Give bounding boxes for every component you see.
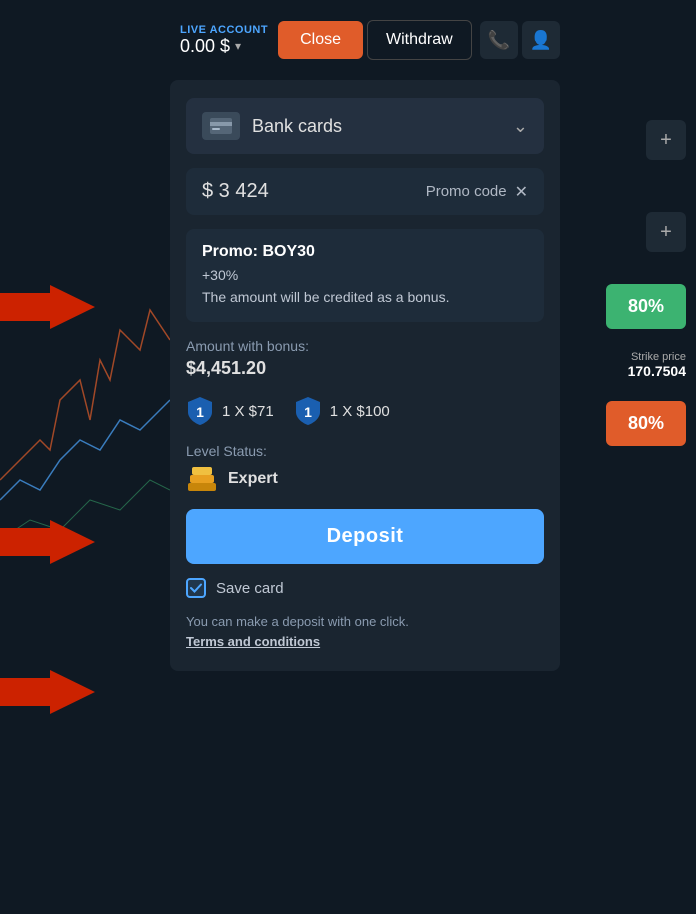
user-icon[interactable]: 👤 <box>522 21 560 59</box>
shield-icon-2: 1 <box>294 395 322 427</box>
card-selector[interactable]: Bank cards ⌄ <box>186 98 544 154</box>
plus-button-1[interactable]: + <box>646 120 686 160</box>
rewards-row: 1 1 X $71 1 1 X $100 <box>186 395 544 427</box>
close-button[interactable]: Close <box>278 21 363 59</box>
bonus-label: Amount with bonus: <box>186 338 544 354</box>
card-label: Bank cards <box>252 116 342 137</box>
expert-level-icon <box>186 465 218 493</box>
promo-group: Promo code ✕ <box>426 182 528 202</box>
promo-description: The amount will be credited as a bonus. <box>202 287 528 308</box>
card-chevron-icon: ⌄ <box>513 116 528 137</box>
arrow-reward <box>50 520 95 564</box>
promo-code-label: Promo code <box>426 183 507 200</box>
promo-info-box: Promo: BOY30 +30% The amount will be cre… <box>186 229 544 322</box>
live-account-section: LIVE ACCOUNT 0.00 $ ▾ <box>180 24 268 57</box>
withdraw-button[interactable]: Withdraw <box>367 20 472 60</box>
promo-title: Promo: BOY30 <box>202 243 528 261</box>
reward-text-2: 1 X $100 <box>330 403 390 420</box>
reward-item-2[interactable]: 1 1 X $100 <box>294 395 390 427</box>
save-card-label: Save card <box>216 580 284 597</box>
live-account-label: LIVE ACCOUNT <box>180 24 268 36</box>
amount-row: $ 3 424 Promo code ✕ <box>186 168 544 215</box>
reward-text-1: 1 X $71 <box>222 403 274 420</box>
promo-close-icon[interactable]: ✕ <box>515 182 528 202</box>
terms-link[interactable]: Terms and conditions <box>186 634 320 649</box>
chart-background <box>0 80 170 680</box>
strike-section: Strike price 170.7504 <box>628 351 686 379</box>
percent-orange: 80% <box>606 401 686 446</box>
bonus-section: Amount with bonus: $4,451.20 <box>186 336 544 381</box>
level-row: Expert <box>186 465 544 493</box>
save-card-row: Save card <box>186 578 544 598</box>
deposit-modal: Bank cards ⌄ $ 3 424 Promo code ✕ Promo:… <box>170 80 560 671</box>
plus-button-2[interactable]: + <box>646 212 686 252</box>
live-account-amount: 0.00 $ ▾ <box>180 36 241 57</box>
strike-label: Strike price <box>628 351 686 363</box>
deposit-button[interactable]: Deposit <box>186 509 544 564</box>
svg-text:1: 1 <box>196 404 204 420</box>
level-label: Level Status: <box>186 443 544 459</box>
phone-icon[interactable]: 📞 <box>480 21 518 59</box>
svg-text:1: 1 <box>304 404 312 420</box>
amount-value[interactable]: $ 3 424 <box>202 180 269 203</box>
strike-value: 170.7504 <box>628 363 686 379</box>
arrow-promo <box>50 285 95 329</box>
terms-section: You can make a deposit with one click. T… <box>186 612 544 651</box>
shield-icon-1: 1 <box>186 395 214 427</box>
level-name: Expert <box>228 470 278 488</box>
level-section: Level Status: Expert <box>186 441 544 495</box>
reward-item-1[interactable]: 1 1 X $71 <box>186 395 274 427</box>
chevron-down-icon[interactable]: ▾ <box>235 39 241 53</box>
arrow-deposit <box>50 670 95 714</box>
save-card-checkbox[interactable] <box>186 578 206 598</box>
percent-green: 80% <box>606 284 686 329</box>
promo-percent: +30% <box>202 267 528 283</box>
header: LIVE ACCOUNT 0.00 $ ▾ Close Withdraw 📞 👤 <box>0 0 696 80</box>
card-selector-left: Bank cards <box>202 112 342 140</box>
card-icon <box>202 112 240 140</box>
terms-text: You can make a deposit with one click. <box>186 612 544 632</box>
bonus-amount: $4,451.20 <box>186 358 544 379</box>
